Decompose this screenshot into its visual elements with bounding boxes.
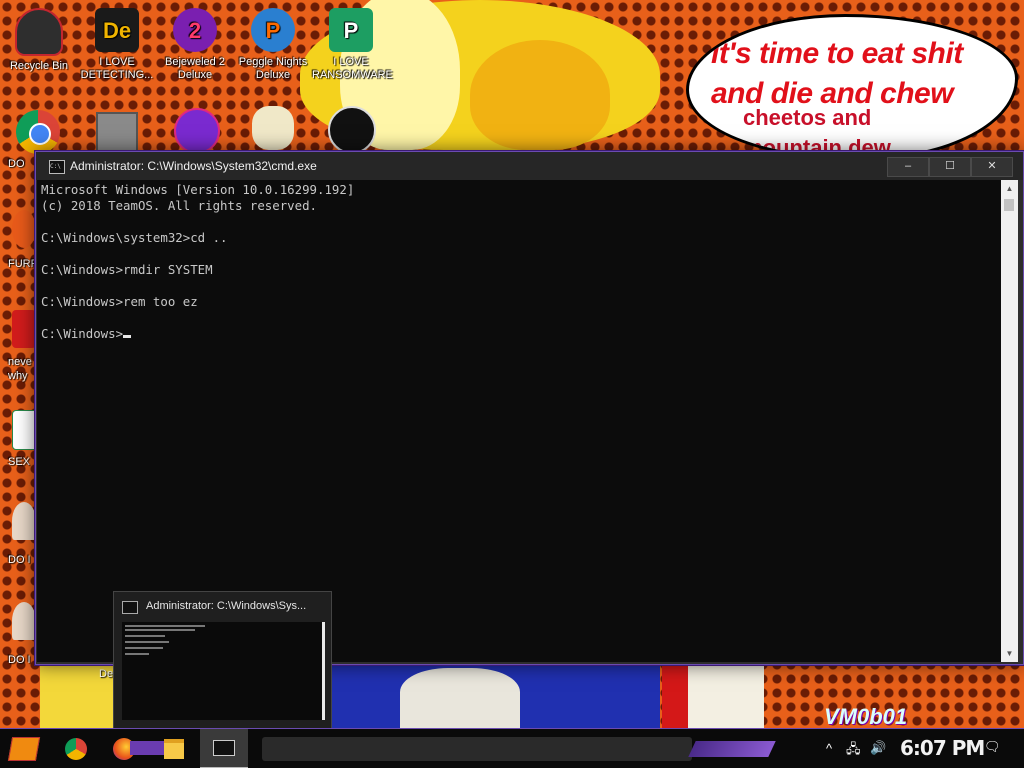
chrome-desktop-icon-center [29, 123, 51, 145]
preview-line [125, 635, 165, 637]
start-icon [7, 737, 41, 761]
recycle-bin-icon [15, 8, 63, 56]
desktop-side-label[interactable]: De [99, 668, 113, 680]
network-icon[interactable]: 🖧 [846, 740, 861, 762]
taskbar-app-file-explorer[interactable] [150, 729, 198, 768]
console-line: Microsoft Windows [Version 10.0.16299.19… [41, 182, 355, 197]
cmd-icon [213, 740, 235, 756]
ransomware-icon: P [329, 8, 373, 52]
preview-line [125, 625, 205, 627]
desktop-icon-i-love-detecting[interactable]: De I LOVE DETECTING... [78, 8, 156, 82]
folder-icon [164, 739, 184, 759]
preview-line [125, 653, 149, 655]
speech-bubble: it's time to eat shit and die and chew c… [686, 14, 1018, 160]
taskbar-decoration-right [688, 741, 776, 757]
desktop-icon-peggle[interactable]: P Peggle Nights Deluxe [234, 8, 312, 82]
taskbar-decoration-bar [262, 737, 692, 761]
prompt-text: C:\Windows> [41, 326, 124, 341]
furf-icon[interactable] [12, 210, 36, 248]
desktop-icon-recycle-bin[interactable]: Recycle Bin [0, 8, 78, 73]
preview-title: Administrator: C:\Windows\Sys... [146, 600, 307, 612]
plants-vs-zombies-icon[interactable] [252, 106, 294, 150]
vertical-scrollbar[interactable]: ▲ ▼ [1001, 180, 1018, 662]
console-line: C:\Windows\system32>cd .. [41, 230, 228, 245]
cmd-window[interactable]: C:\ Administrator: C:\Windows\System32\c… [35, 151, 1024, 665]
maximize-button[interactable]: ☐ [929, 157, 971, 177]
console-line: C:\Windows>rmdir SYSTEM [41, 262, 213, 277]
detective-icon: De [95, 8, 139, 52]
desktop-icon-i-love-ransomware[interactable]: P I LOVE RANSOMWARE [312, 8, 393, 82]
preview-thumbnail[interactable] [122, 622, 325, 720]
wallpaper-red-block [662, 663, 688, 728]
close-button[interactable]: ✕ [971, 157, 1013, 177]
diamond-icon[interactable] [174, 108, 220, 154]
scroll-up-arrow-icon[interactable]: ▲ [1001, 180, 1018, 197]
desktop-icon-label: Recycle Bin [9, 60, 69, 72]
console-line: (c) 2018 TeamOS. All rights reserved. [41, 198, 318, 213]
taskbar-preview[interactable]: Administrator: C:\Windows\Sys... [113, 591, 332, 730]
portrait-icon[interactable] [12, 602, 36, 640]
windows-stack-icon[interactable] [96, 112, 138, 154]
bejeweled-icon: 2 [173, 8, 217, 52]
desktop-side-label[interactable]: DO I [8, 554, 31, 566]
preview-line [125, 641, 169, 643]
console-line: C:\Windows>rem too ez [41, 294, 198, 309]
console-prompt-line[interactable]: C:\Windows> [41, 326, 132, 341]
bubble-line-3: cheetos and [743, 105, 872, 130]
cmd-icon [122, 601, 138, 614]
start-button[interactable] [0, 729, 48, 768]
desktop-icon-label: I LOVE DETECTING... [80, 56, 154, 81]
cmd-icon: C:\ [49, 160, 65, 174]
window-title: Administrator: C:\Windows\System32\cmd.e… [70, 159, 317, 173]
volume-icon[interactable]: 🔊 [870, 740, 886, 756]
scrollbar-thumb[interactable] [1004, 199, 1014, 211]
desktop-side-label[interactable]: FURF [8, 258, 37, 270]
preview-line [125, 647, 163, 649]
desktop-side-label[interactable]: SEX [8, 456, 30, 468]
peggle-icon: P [251, 8, 295, 52]
chrome-icon [65, 738, 87, 760]
title-bar[interactable]: C:\ Administrator: C:\Windows\System32\c… [36, 152, 1023, 180]
wallpaper-clock-face [688, 663, 764, 728]
desktop-icon-label: Peggle Nights Deluxe [238, 56, 308, 81]
show-hidden-icons-chevron-icon[interactable]: ^ [826, 741, 832, 756]
taskbar: ^ 🖧 🔊 🗨 [0, 728, 1024, 768]
desktop-side-label[interactable]: DO I [8, 654, 31, 666]
desktop-icon-label: Bejeweled 2 Deluxe [165, 56, 225, 81]
minimize-button[interactable]: – [887, 157, 929, 177]
notification-center-icon[interactable]: 🗨 [984, 739, 1001, 755]
desktop-side-label[interactable]: why [8, 370, 28, 382]
never-icon[interactable] [12, 310, 36, 348]
bubble-line-1: it's time to eat shit [711, 37, 963, 70]
wallpaper-figure [400, 668, 520, 728]
black-circle-icon[interactable] [328, 106, 376, 154]
wallpaper-flame [470, 40, 610, 150]
portrait-icon[interactable] [12, 502, 36, 540]
taskbar-app-cmd[interactable] [200, 729, 248, 768]
scroll-down-arrow-icon[interactable]: ▼ [1001, 645, 1018, 662]
text-cursor [123, 335, 132, 338]
taskbar-app-chrome[interactable] [52, 729, 100, 768]
desktop-icon-label: I LOVE RANSOMWARE [312, 56, 393, 81]
taskbar-clock[interactable]: 6:07 PM [900, 736, 985, 760]
desktop-side-label[interactable]: neve [8, 356, 32, 368]
desktop-side-label[interactable]: DO [8, 158, 25, 170]
console-output[interactable]: Microsoft Windows [Version 10.0.16299.19… [37, 180, 1001, 662]
watermark: VM0b01 [824, 704, 908, 729]
desktop-icon-bejeweled[interactable]: 2 Bejeweled 2 Deluxe [156, 8, 234, 82]
preview-line [125, 629, 195, 631]
